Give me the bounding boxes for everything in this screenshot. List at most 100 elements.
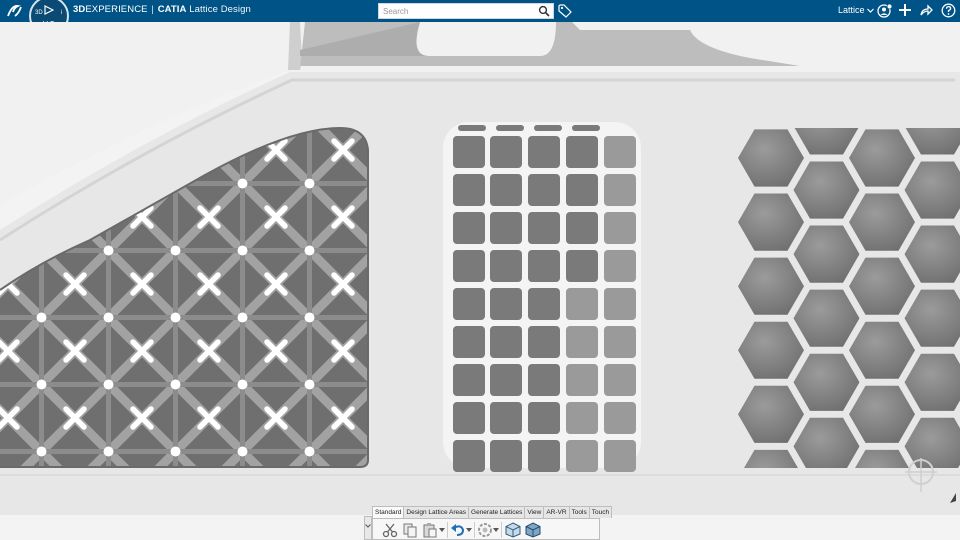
tool-separator <box>447 522 448 538</box>
paste-dropdown-icon[interactable] <box>439 527 445 533</box>
lattice-cell <box>604 288 636 320</box>
lattice-cell <box>453 440 485 472</box>
lattice-cell <box>528 326 560 358</box>
tool-separator <box>474 522 475 538</box>
lattice-cell <box>453 212 485 244</box>
user-icon[interactable] <box>877 3 893 19</box>
brand-title: 3DEXPERIENCE | CATIA Lattice Design <box>73 4 251 15</box>
lattice-cell <box>566 174 598 206</box>
lattice-cell <box>453 174 485 206</box>
lattice-cell <box>490 364 522 396</box>
brand-3d: 3D <box>73 4 86 15</box>
lattice-cell <box>566 364 598 396</box>
lattice-cell <box>528 364 560 396</box>
lattice-cell <box>604 136 636 168</box>
cubic-lattice-region[interactable] <box>443 122 641 472</box>
tab-generate-lattices[interactable]: Generate Lattices <box>468 506 526 518</box>
lattice-cell <box>528 212 560 244</box>
undo-icon[interactable] <box>450 522 466 538</box>
lattice-cell <box>604 402 636 434</box>
lattice-cell <box>453 250 485 282</box>
top-bracket-left <box>288 22 302 70</box>
search-icon[interactable] <box>538 5 550 17</box>
lattice-cell <box>604 250 636 282</box>
share-icon[interactable] <box>919 3 933 17</box>
lattice-cell <box>566 402 598 434</box>
lattice-cell <box>604 440 636 472</box>
lattice-cell <box>490 402 522 434</box>
lattice-cell <box>528 288 560 320</box>
lattice-cell <box>490 136 522 168</box>
lattice-cell <box>528 174 560 206</box>
chevron-down-icon <box>867 8 874 13</box>
brand-separator: | <box>151 4 154 15</box>
render-view-icon[interactable] <box>525 522 541 538</box>
lattice-cell <box>490 250 522 282</box>
lattice-cell <box>604 174 636 206</box>
lattice-slot <box>572 125 600 131</box>
lattice-cell <box>566 212 598 244</box>
action-bar-tools <box>372 518 600 540</box>
3d-viewport[interactable] <box>0 22 960 540</box>
chevron-down-icon <box>365 524 371 528</box>
lattice-cell <box>453 364 485 396</box>
lattice-cell <box>566 440 598 472</box>
lattice-slot <box>496 125 524 131</box>
lattice-cell <box>566 250 598 282</box>
brand-product: CATIA <box>157 4 187 15</box>
lattice-cell <box>490 212 522 244</box>
action-bar-handle[interactable] <box>364 516 372 540</box>
tab-ar-vr[interactable]: AR-VR <box>543 506 570 518</box>
lattice-cell <box>453 326 485 358</box>
tool-separator <box>501 522 502 538</box>
lattice-cell <box>566 288 598 320</box>
active-app-label: Lattice <box>838 5 865 15</box>
lattice-cell <box>490 326 522 358</box>
search-box[interactable] <box>378 3 554 19</box>
copy-icon[interactable] <box>402 522 418 538</box>
tab-view[interactable]: View <box>524 506 545 518</box>
tab-standard[interactable]: Standard <box>372 506 405 518</box>
lattice-cell <box>490 174 522 206</box>
app-title: Lattice Design <box>189 4 251 15</box>
cursor-arrow-icon <box>950 493 956 503</box>
plus-icon[interactable] <box>898 3 912 17</box>
tab-touch[interactable]: Touch <box>588 506 613 518</box>
lattice-cell <box>528 440 560 472</box>
part-view-icon[interactable] <box>505 522 521 538</box>
cut-icon[interactable] <box>382 522 398 538</box>
top-bar: 3D i V,R 3DEXPERIENCE | CATIA Lattice De… <box>0 0 960 36</box>
play-icon <box>44 5 54 15</box>
lattice-cell <box>453 402 485 434</box>
action-bar: Standard Design Lattice Areas Generate L… <box>364 506 613 540</box>
undo-dropdown-icon[interactable] <box>466 527 472 533</box>
lattice-cell <box>528 136 560 168</box>
ds-logo-icon[interactable] <box>6 3 24 19</box>
compass-3d-label: 3D <box>35 10 43 16</box>
lattice-slot <box>534 125 562 131</box>
lattice-cell <box>490 440 522 472</box>
brand-experience: EXPERIENCE <box>85 4 148 15</box>
lattice-slot <box>458 125 486 131</box>
tab-design-lattice-areas[interactable]: Design Lattice Areas <box>403 506 470 518</box>
lattice-cell <box>566 136 598 168</box>
tab-tools[interactable]: Tools <box>568 506 590 518</box>
lattice-cell <box>453 288 485 320</box>
lattice-cell <box>604 364 636 396</box>
lattice-cell <box>490 288 522 320</box>
lattice-cell <box>453 136 485 168</box>
tag-icon[interactable] <box>558 4 572 18</box>
lattice-cell <box>604 326 636 358</box>
update-dropdown-icon[interactable] <box>493 527 499 533</box>
compass-info-label: i <box>60 10 62 16</box>
lattice-cell <box>604 212 636 244</box>
lattice-cell <box>528 402 560 434</box>
lattice-cell <box>566 326 598 358</box>
update-icon[interactable] <box>477 522 493 538</box>
paste-icon[interactable] <box>422 522 438 538</box>
search-input[interactable] <box>379 4 537 18</box>
app-switcher[interactable]: Lattice <box>838 5 874 15</box>
lattice-cell <box>528 250 560 282</box>
help-icon[interactable] <box>941 3 956 18</box>
action-bar-tabs: Standard Design Lattice Areas Generate L… <box>372 506 613 518</box>
